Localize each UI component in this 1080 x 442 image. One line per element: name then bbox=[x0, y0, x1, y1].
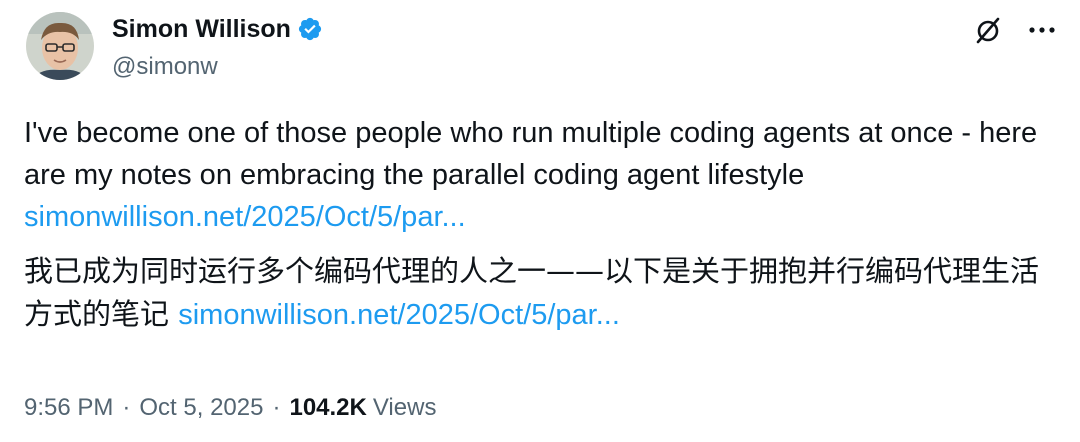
author-display-name[interactable]: Simon Willison bbox=[112, 12, 291, 46]
avatar[interactable] bbox=[26, 12, 94, 80]
verified-badge-icon bbox=[297, 16, 323, 42]
tweet-meta: 9:56 PM · Oct 5, 2025 · 104.2K Views bbox=[24, 392, 436, 424]
views-label: Views bbox=[372, 394, 437, 421]
tweet-time[interactable]: 9:56 PM bbox=[24, 392, 113, 424]
tweet-card: Simon Willison @simonw I've become one o… bbox=[0, 0, 1080, 442]
tweet-text: I've become one of those people who run … bbox=[24, 112, 1064, 336]
tweet-date[interactable]: Oct 5, 2025 bbox=[139, 392, 263, 424]
grok-icon[interactable] bbox=[972, 14, 1004, 46]
meta-separator: · bbox=[122, 394, 131, 421]
more-options-icon[interactable] bbox=[1026, 14, 1058, 46]
author-name-row: Simon Willison bbox=[112, 12, 323, 46]
tweet-paragraph-text: I've become one of those people who run … bbox=[24, 117, 1038, 191]
meta-separator: · bbox=[272, 394, 281, 421]
tweet-top-actions bbox=[972, 14, 1058, 46]
tweet-paragraph-chinese: 我已成为同时运行多个编码代理的人之一——以下是关于拥抱并行编码代理生活方式的笔记… bbox=[24, 250, 1064, 336]
tweet-link[interactable]: simonwillison.net/2025/Oct/5/par... bbox=[24, 201, 466, 233]
tweet-paragraph-english: I've become one of those people who run … bbox=[24, 112, 1064, 238]
views-count: 104.2K bbox=[289, 394, 367, 421]
author-handle[interactable]: @simonw bbox=[112, 51, 218, 83]
tweet-link[interactable]: simonwillison.net/2025/Oct/5/par... bbox=[178, 299, 620, 331]
